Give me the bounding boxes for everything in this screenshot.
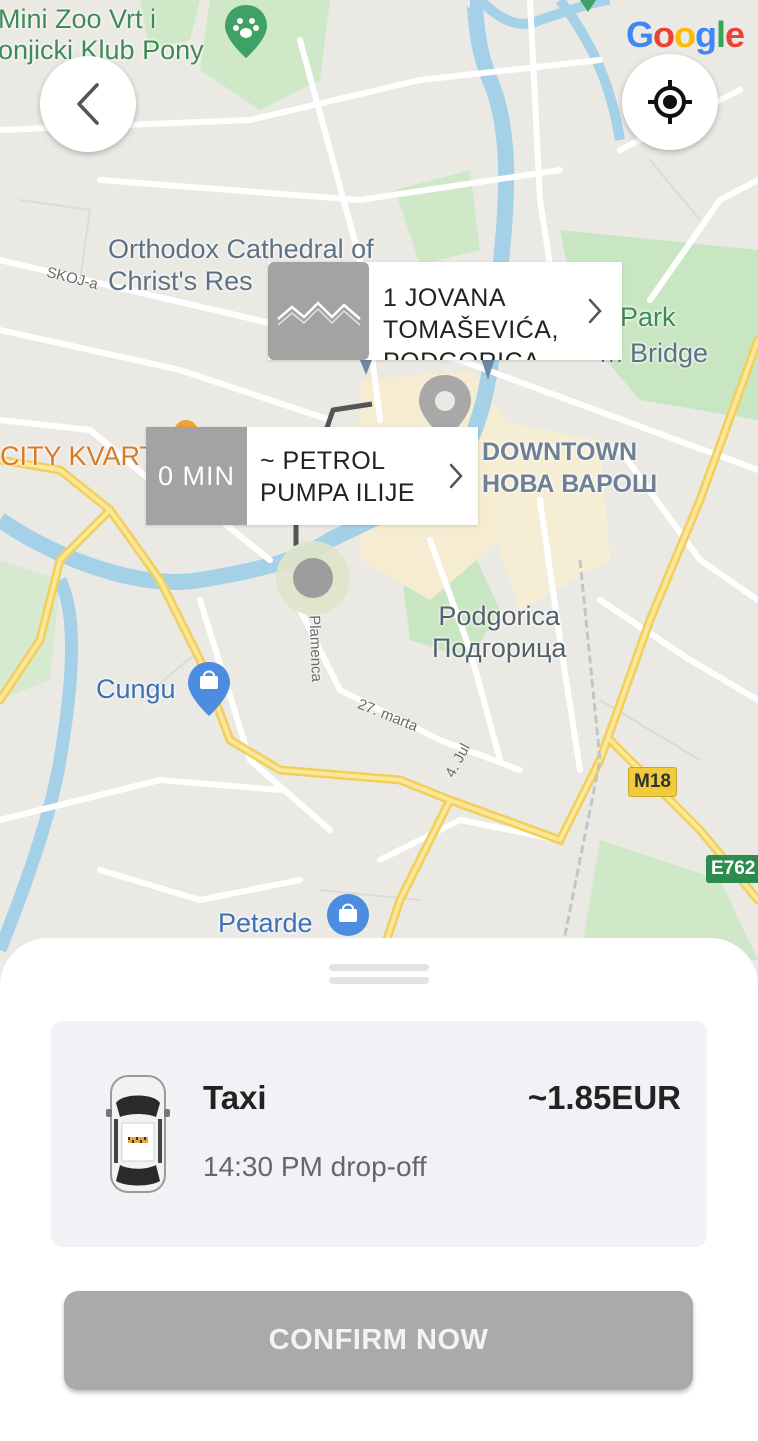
ride-option-dropoff: 14:30 PM drop-off bbox=[203, 1151, 427, 1182]
pickup-callout[interactable]: 0 MIN ~ PETROL PUMPA ILIJE bbox=[146, 427, 478, 525]
drag-handle[interactable] bbox=[329, 964, 429, 984]
ride-option-price: ~1.85EUR bbox=[527, 1079, 681, 1116]
map-label-city-kvart: CITY KVART bbox=[0, 441, 157, 471]
chevron-left-icon bbox=[77, 83, 99, 125]
chevron-right-icon bbox=[583, 262, 617, 360]
map-label-petarde: Petarde bbox=[218, 908, 313, 938]
image-placeholder-icon bbox=[276, 301, 361, 326]
pickup-eta: 0 MIN bbox=[146, 427, 247, 525]
destination-callout[interactable]: 1 JOVANA TOMAŠEVIĆA, PODGORICA bbox=[268, 262, 622, 360]
map-shield-m18: M18 bbox=[628, 767, 677, 797]
map-label-mini-zoo: Mini Zoo Vrt i onjicki Klub Pony bbox=[0, 4, 204, 65]
map-label-downtown: DOWNTOWN НОВА ВАРОШ bbox=[482, 438, 658, 498]
map-shield-e762: E762 bbox=[706, 855, 758, 883]
my-location-button[interactable] bbox=[622, 54, 718, 150]
chevron-right-icon bbox=[440, 427, 476, 525]
ride-option-name: Taxi bbox=[203, 1079, 267, 1116]
map-label-plamenca: Plamenca bbox=[305, 614, 326, 683]
back-button[interactable] bbox=[40, 56, 136, 152]
crosshair-icon bbox=[648, 80, 692, 124]
pickup-address: ~ PETROL PUMPA ILIJE bbox=[260, 447, 416, 507]
google-logo: Google bbox=[626, 14, 745, 55]
bottom-sheet: Taxi ~1.85EUR 14:30 PM drop-off CONFIRM … bbox=[0, 938, 758, 1441]
destination-image bbox=[268, 262, 369, 360]
taxi-car-icon bbox=[106, 1075, 170, 1193]
map-view[interactable]: Mini Zoo Vrt i onjicki Klub Pony Orthodo… bbox=[0, 0, 758, 960]
destination-address: 1 JOVANA TOMAŠEVIĆA, PODGORICA bbox=[383, 284, 559, 360]
map-label-cungu: Cungu bbox=[96, 674, 176, 704]
ride-option-card[interactable]: Taxi ~1.85EUR 14:30 PM drop-off bbox=[51, 1021, 707, 1247]
map-label-podgorica: Podgorica Подгорица bbox=[432, 601, 567, 663]
confirm-now-button[interactable]: CONFIRM NOW bbox=[64, 1291, 693, 1390]
map-label-park: Park bbox=[620, 302, 676, 332]
